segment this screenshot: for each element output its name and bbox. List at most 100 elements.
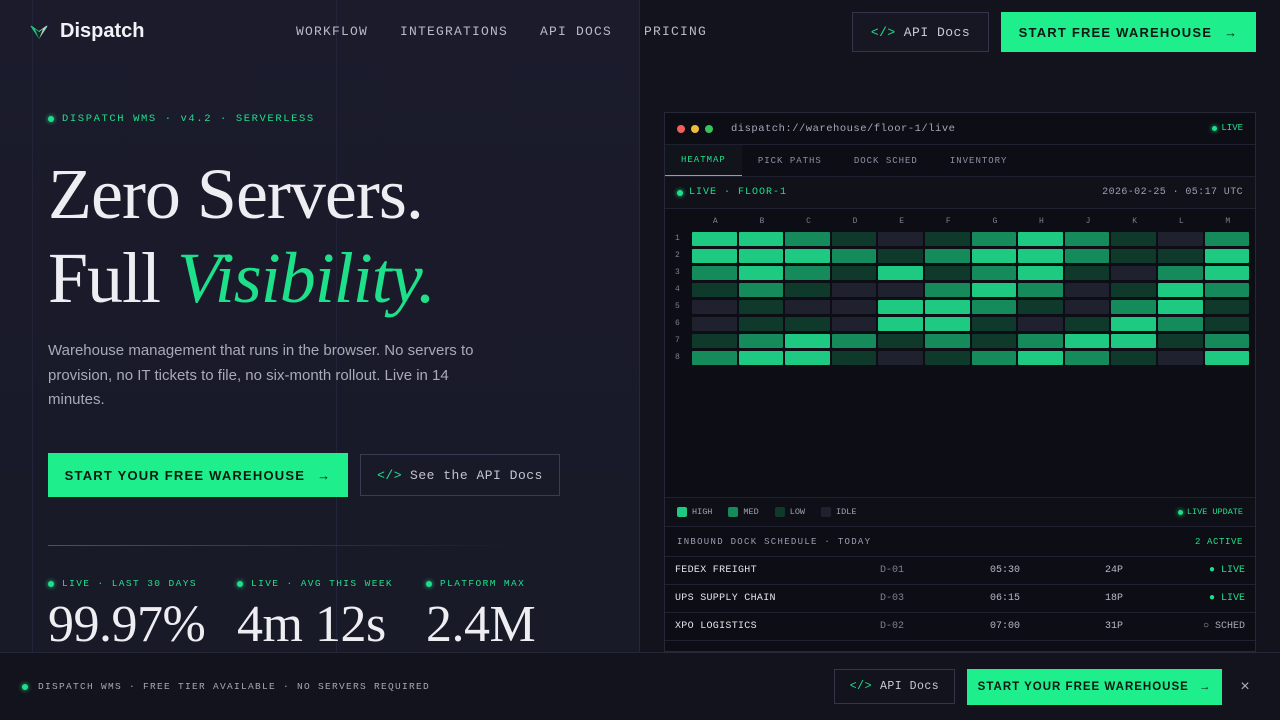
heatmap-cell[interactable] <box>1111 282 1156 297</box>
heatmap-cell[interactable] <box>785 282 830 297</box>
heatmap-cell[interactable] <box>971 316 1017 331</box>
heatmap-cell[interactable] <box>1204 282 1250 297</box>
heatmap-cell[interactable] <box>878 350 923 365</box>
heatmap-cell[interactable] <box>924 282 970 297</box>
heatmap-cell[interactable] <box>1018 282 1063 297</box>
heatmap-cell[interactable] <box>738 299 784 314</box>
heatmap-cell[interactable] <box>1111 333 1156 348</box>
close-icon[interactable]: × <box>1237 679 1253 695</box>
heatmap-cell[interactable] <box>692 248 737 263</box>
heatmap-cell[interactable] <box>785 231 830 246</box>
heatmap-cell[interactable] <box>1111 231 1156 246</box>
heatmap-cell[interactable] <box>1157 350 1203 365</box>
heatmap-cell[interactable] <box>738 316 784 331</box>
heatmap-cell[interactable] <box>878 316 923 331</box>
heatmap-cell[interactable] <box>924 333 970 348</box>
header-api-docs-button[interactable]: </> API Docs <box>852 12 989 52</box>
heatmap-cell[interactable] <box>692 265 737 280</box>
heatmap-cell[interactable] <box>971 265 1017 280</box>
heatmap-cell[interactable] <box>785 350 830 365</box>
heatmap-cell[interactable] <box>1064 316 1110 331</box>
nav-workflow[interactable]: WORKFLOW <box>296 24 368 39</box>
heatmap-cell[interactable] <box>1204 316 1250 331</box>
heatmap-cell[interactable] <box>971 231 1017 246</box>
heatmap-cell[interactable] <box>1018 316 1063 331</box>
heatmap-cell[interactable] <box>1204 333 1250 348</box>
heatmap-cell[interactable] <box>1157 282 1203 297</box>
header-start-button[interactable]: START FREE WAREHOUSE → <box>1001 12 1256 52</box>
heatmap-cell[interactable] <box>1111 299 1156 314</box>
heatmap-cell[interactable] <box>971 248 1017 263</box>
heatmap-cell[interactable] <box>1111 316 1156 331</box>
heatmap-cell[interactable] <box>924 248 970 263</box>
heatmap-cell[interactable] <box>878 248 923 263</box>
heatmap-cell[interactable] <box>1157 299 1203 314</box>
heatmap-cell[interactable] <box>1064 282 1110 297</box>
heatmap-cell[interactable] <box>692 333 737 348</box>
heatmap-cell[interactable] <box>1018 333 1063 348</box>
heatmap-cell[interactable] <box>878 333 923 348</box>
heatmap-cell[interactable] <box>692 299 737 314</box>
heatmap-cell[interactable] <box>1064 350 1110 365</box>
heatmap-cell[interactable] <box>1018 299 1063 314</box>
heatmap-cell[interactable] <box>878 299 923 314</box>
tab-inventory[interactable]: INVENTORY <box>934 145 1024 176</box>
heatmap-cell[interactable] <box>692 231 737 246</box>
heatmap-cell[interactable] <box>971 350 1017 365</box>
heatmap-cell[interactable] <box>738 333 784 348</box>
heatmap-cell[interactable] <box>738 282 784 297</box>
schedule-row[interactable]: FEDEX FREIGHT D-01 05:30 24P ● LIVE <box>665 557 1255 585</box>
heatmap-cell[interactable] <box>1204 231 1250 246</box>
heatmap-cell[interactable] <box>738 350 784 365</box>
schedule-row[interactable]: XPO LOGISTICS D-02 07:00 31P ○ SCHED <box>665 613 1255 641</box>
heatmap-cell[interactable] <box>831 265 877 280</box>
heatmap-cell[interactable] <box>878 265 923 280</box>
heatmap-cell[interactable] <box>1157 265 1203 280</box>
heatmap-cell[interactable] <box>1204 299 1250 314</box>
heatmap-cell[interactable] <box>831 316 877 331</box>
logo[interactable]: Dispatch <box>28 20 144 43</box>
heatmap-cell[interactable] <box>1111 265 1156 280</box>
tab-pick-paths[interactable]: PICK PATHS <box>742 145 838 176</box>
heatmap-cell[interactable] <box>924 316 970 331</box>
heatmap-cell[interactable] <box>692 350 737 365</box>
heatmap-cell[interactable] <box>924 350 970 365</box>
bar-start-button[interactable]: START YOUR FREE WAREHOUSE → <box>967 669 1222 705</box>
heatmap-cell[interactable] <box>1204 248 1250 263</box>
heatmap-cell[interactable] <box>785 316 830 331</box>
heatmap-cell[interactable] <box>831 231 877 246</box>
heatmap-cell[interactable] <box>785 333 830 348</box>
heatmap-cell[interactable] <box>1064 299 1110 314</box>
heatmap-cell[interactable] <box>831 248 877 263</box>
heatmap-cell[interactable] <box>831 299 877 314</box>
heatmap-cell[interactable] <box>831 282 877 297</box>
heatmap-cell[interactable] <box>1064 231 1110 246</box>
tab-heatmap[interactable]: HEATMAP <box>665 145 742 176</box>
heatmap-cell[interactable] <box>924 231 970 246</box>
heatmap-cell[interactable] <box>1157 333 1203 348</box>
nav-api-docs[interactable]: API DOCS <box>540 24 612 39</box>
heatmap-cell[interactable] <box>924 299 970 314</box>
heatmap-cell[interactable] <box>1157 231 1203 246</box>
heatmap-cell[interactable] <box>1018 350 1063 365</box>
heatmap-cell[interactable] <box>1018 231 1063 246</box>
heatmap-cell[interactable] <box>692 282 737 297</box>
heatmap-cell[interactable] <box>785 299 830 314</box>
heatmap-cell[interactable] <box>1157 316 1203 331</box>
heatmap-cell[interactable] <box>971 282 1017 297</box>
heatmap-cell[interactable] <box>1018 265 1063 280</box>
nav-pricing[interactable]: PRICING <box>644 24 707 39</box>
schedule-row[interactable]: UPS SUPPLY CHAIN D-03 06:15 18P ● LIVE <box>665 585 1255 613</box>
bar-api-docs-button[interactable]: </> API Docs <box>834 669 955 704</box>
see-api-docs-button[interactable]: </> See the API Docs <box>360 454 560 496</box>
heatmap-cell[interactable] <box>1064 248 1110 263</box>
tab-dock-sched[interactable]: DOCK SCHED <box>838 145 934 176</box>
heatmap-cell[interactable] <box>971 299 1017 314</box>
heatmap-cell[interactable] <box>738 265 784 280</box>
heatmap-cell[interactable] <box>878 231 923 246</box>
heatmap-cell[interactable] <box>785 248 830 263</box>
heatmap-cell[interactable] <box>785 265 830 280</box>
heatmap-cell[interactable] <box>1018 248 1063 263</box>
heatmap-cell[interactable] <box>1111 350 1156 365</box>
heatmap-cell[interactable] <box>878 282 923 297</box>
